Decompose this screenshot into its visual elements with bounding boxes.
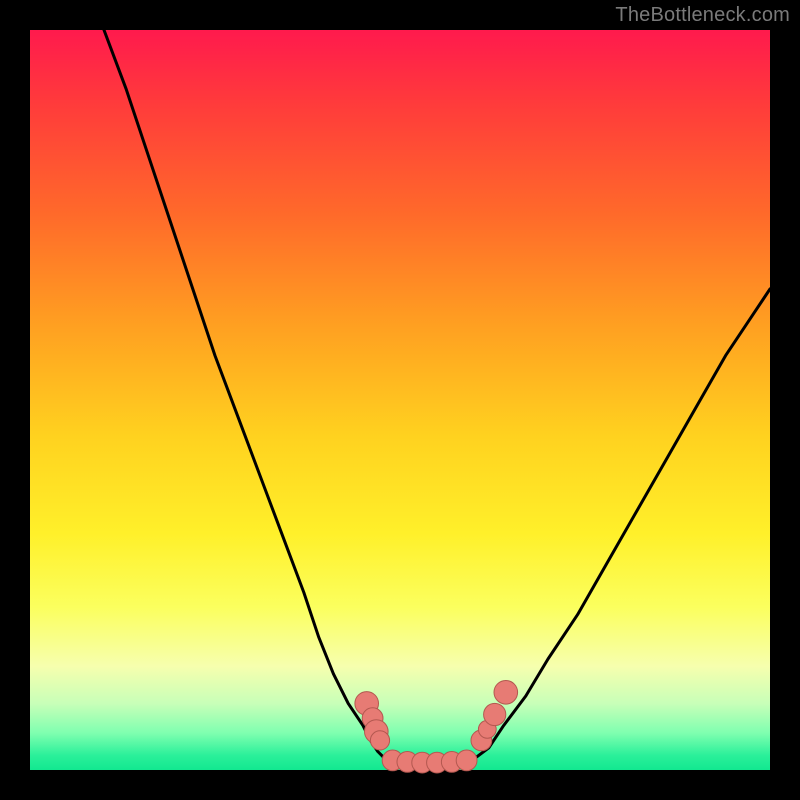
data-marker (484, 703, 506, 725)
watermark-text: TheBottleneck.com (615, 4, 790, 27)
bottleneck-curve (30, 30, 770, 770)
data-marker (494, 681, 518, 705)
data-marker (370, 731, 389, 750)
chart-frame: TheBottleneck.com (0, 0, 800, 800)
plot-area (30, 30, 770, 770)
bottleneck-path (104, 30, 770, 763)
data-marker (456, 750, 477, 771)
